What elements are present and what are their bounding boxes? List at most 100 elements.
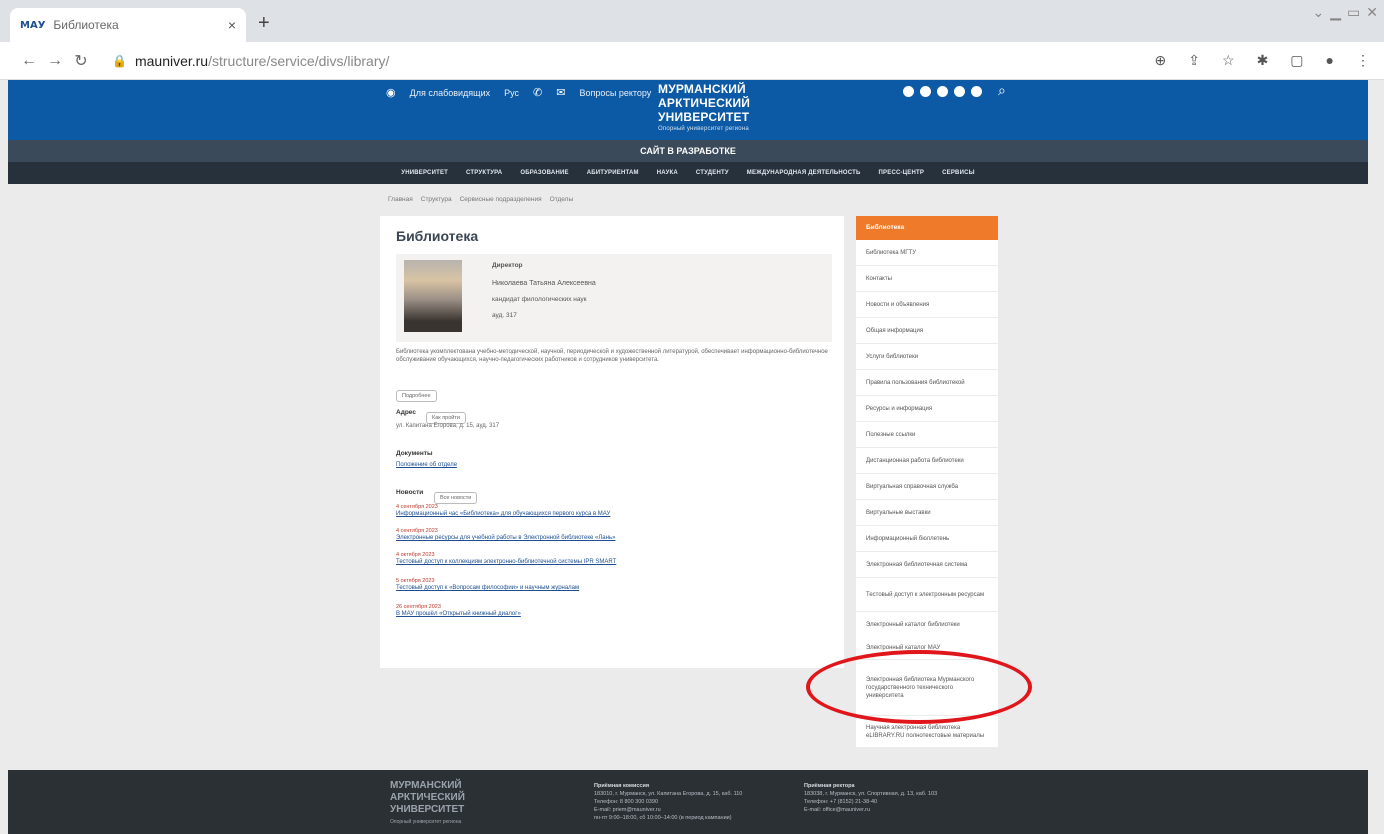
zoom-icon[interactable]: ⊕: [1155, 52, 1167, 69]
back-icon[interactable]: ←: [16, 52, 42, 70]
menu-item[interactable]: СТУДЕНТУ: [696, 170, 729, 176]
more-button[interactable]: Подробнее: [396, 390, 437, 402]
news-link[interactable]: В МАУ прошёл «Открытый книжный диалог»: [396, 611, 521, 617]
sidebar-item[interactable]: Электронный каталог библиотеки: [856, 612, 998, 638]
sidebar-item[interactable]: Полезные ссылки: [856, 422, 998, 448]
breadcrumb-item[interactable]: Структура: [421, 196, 452, 203]
rutube-icon[interactable]: [971, 86, 982, 97]
site-footer: МУРМАНСКИЙ АРКТИЧЕСКИЙ УНИВЕРСИТЕТ Опорн…: [8, 770, 1368, 834]
news-link[interactable]: Тестовый доступ к коллекциям электронно-…: [396, 559, 616, 565]
footer-line[interactable]: E-mail: priem@mauniver.ru: [594, 806, 742, 814]
sidebar-item[interactable]: Контакты: [856, 266, 998, 292]
search-icon[interactable]: ⌕: [998, 82, 1006, 99]
vk-icon[interactable]: [903, 86, 914, 97]
mail-icon[interactable]: ✉: [556, 86, 565, 99]
site-header: ◉ Для слабовидящих Рус ✆ ✉ Вопросы ректо…: [8, 80, 1368, 140]
menu-item[interactable]: ПРЕСС-ЦЕНТР: [879, 170, 925, 176]
accessibility-link[interactable]: Для слабовидящих: [410, 88, 491, 98]
footer-line: Телефон: 8 800 300 0390: [594, 799, 659, 805]
telegram-icon[interactable]: [920, 86, 931, 97]
breadcrumb-item[interactable]: Отделы: [550, 196, 573, 203]
phone-icon[interactable]: ✆: [533, 86, 542, 99]
language-link[interactable]: Рус: [504, 88, 519, 98]
url-path: /structure/service/divs/library/: [208, 52, 390, 69]
sidebar-item[interactable]: Ресурсы и информация: [856, 396, 998, 422]
menu-item[interactable]: ОБРАЗОВАНИЕ: [520, 170, 568, 176]
footer-line: Телефон: +7 (8152) 21-38-40: [804, 799, 878, 805]
person-card: Директор Николаева Татьяна Алексеевна ка…: [396, 254, 832, 342]
browser-tab-bar: МАУ Библиотека × + ⌄ ▁ ▭ ✕: [0, 0, 1384, 42]
reload-icon[interactable]: ↻: [68, 51, 94, 71]
main-card: Библиотека Директор Николаева Татьяна Ал…: [380, 216, 844, 668]
person-photo: [404, 260, 462, 332]
sidebar-item[interactable]: Библиотека МГТУ: [856, 240, 998, 266]
menu-item[interactable]: УНИВЕРСИТЕТ: [401, 170, 448, 176]
sidebar-item[interactable]: Правила пользования библиотекой: [856, 370, 998, 396]
documents-link[interactable]: Положение об отделе: [396, 462, 457, 468]
site-logo[interactable]: МУРМАНСКИЙ АРКТИЧЕСКИЙ УНИВЕРСИТЕТ Опорн…: [658, 82, 750, 134]
share-icon[interactable]: ⇪: [1188, 52, 1200, 69]
forward-icon[interactable]: →: [42, 52, 68, 70]
tab-search-icon[interactable]: ⌄: [1313, 4, 1325, 21]
footer-logo-subtitle: Опорный университет региона: [390, 819, 462, 825]
sidebar-item[interactable]: Электронная библиотечная система: [856, 552, 998, 578]
side-panel-icon[interactable]: ▢: [1290, 52, 1303, 69]
header-tools: ◉ Для слабовидящих Рус ✆ ✉ Вопросы ректо…: [386, 86, 651, 99]
footer-col-title: Приёмная ректора: [804, 783, 855, 789]
description: Библиотека укомплектована учебно-методич…: [396, 349, 828, 363]
sidebar-item[interactable]: Виртуальная справочная служба: [856, 474, 998, 500]
all-news-button[interactable]: Все новости: [434, 492, 478, 504]
person-role: Директор: [492, 262, 523, 269]
sidebar-item[interactable]: Тестовый доступ к электронным ресурсам: [856, 578, 998, 612]
profile-icon[interactable]: ●: [1326, 52, 1334, 69]
close-window-icon[interactable]: ✕: [1366, 4, 1378, 21]
news-link[interactable]: Тестовый доступ к «Вопросам философии» и…: [396, 585, 579, 591]
logo-line: МУРМАНСКИЙ: [658, 82, 746, 96]
news-date: 4 сентября 2023: [396, 528, 438, 534]
menu-item[interactable]: СЕРВИСЫ: [942, 170, 975, 176]
lock-icon[interactable]: 🔒: [112, 54, 127, 68]
page-title: Библиотека: [396, 228, 479, 244]
new-tab-button[interactable]: +: [258, 12, 270, 35]
news-link[interactable]: Информационный час «Библиотека» для обуч…: [396, 511, 610, 517]
logo-line: УНИВЕРСИТЕТ: [658, 110, 750, 124]
bookmark-star-icon[interactable]: ☆: [1222, 52, 1235, 69]
main-menu: УНИВЕРСИТЕТ СТРУКТУРА ОБРАЗОВАНИЕ АБИТУР…: [8, 162, 1368, 184]
breadcrumb: Главная Структура Сервисные подразделени…: [388, 196, 573, 203]
breadcrumb-item[interactable]: Сервисные подразделения: [460, 196, 542, 203]
address-bar-row: ← → ↻ 🔒 mauniver.ru /structure/service/d…: [0, 42, 1384, 80]
highlight-ellipse: [806, 650, 1032, 724]
url-field[interactable]: 🔒 mauniver.ru /structure/service/divs/li…: [112, 53, 389, 69]
sidebar-item[interactable]: Виртуальные выставки: [856, 500, 998, 526]
favicon-icon: МАУ: [20, 19, 46, 31]
dev-notice: САЙТ В РАЗРАБОТКЕ: [8, 140, 1368, 162]
toolbar-icons: ⊕ ⇪ ☆ ✱ ▢ ● ⋮: [1155, 52, 1370, 69]
menu-icon[interactable]: ⋮: [1356, 52, 1370, 69]
sidebar-item[interactable]: Дистанционная работа библиотеки: [856, 448, 998, 474]
maximize-icon[interactable]: ▭: [1347, 4, 1360, 21]
extensions-icon[interactable]: ✱: [1257, 52, 1269, 69]
breadcrumb-item[interactable]: Главная: [388, 196, 413, 203]
youtube-icon[interactable]: [954, 86, 965, 97]
ok-icon[interactable]: [937, 86, 948, 97]
news-pill-wrap: Все новости: [434, 486, 478, 504]
menu-item[interactable]: МЕЖДУНАРОДНАЯ ДЕЯТЕЛЬНОСТЬ: [747, 170, 861, 176]
sidebar-item[interactable]: Общая информация: [856, 318, 998, 344]
sidebar-item[interactable]: Информационный бюллетень: [856, 526, 998, 552]
browser-tab[interactable]: МАУ Библиотека ×: [10, 8, 246, 42]
news-link[interactable]: Электронные ресурсы для учебной работы в…: [396, 535, 615, 541]
menu-item[interactable]: СТРУКТУРА: [466, 170, 502, 176]
sidebar-item[interactable]: Новости и объявления: [856, 292, 998, 318]
sidebar-item[interactable]: Услуги библиотеки: [856, 344, 998, 370]
minimize-icon[interactable]: ▁: [1330, 4, 1341, 21]
footer-logo[interactable]: МУРМАНСКИЙ АРКТИЧЕСКИЙ УНИВЕРСИТЕТ Опорн…: [390, 780, 465, 828]
menu-item[interactable]: АБИТУРИЕНТАМ: [587, 170, 639, 176]
sidebar: Библиотека Библиотека МГТУ Контакты Ново…: [856, 216, 998, 638]
menu-item[interactable]: НАУКА: [657, 170, 678, 176]
rector-questions-link[interactable]: Вопросы ректору: [579, 88, 651, 98]
close-tab-icon[interactable]: ×: [228, 17, 236, 33]
footer-line[interactable]: E-mail: office@mauniver.ru: [804, 806, 937, 814]
news-date: 4 сентября 2023: [396, 504, 438, 510]
url-host: mauniver.ru: [134, 52, 209, 69]
sidebar-header[interactable]: Библиотека: [856, 216, 998, 240]
